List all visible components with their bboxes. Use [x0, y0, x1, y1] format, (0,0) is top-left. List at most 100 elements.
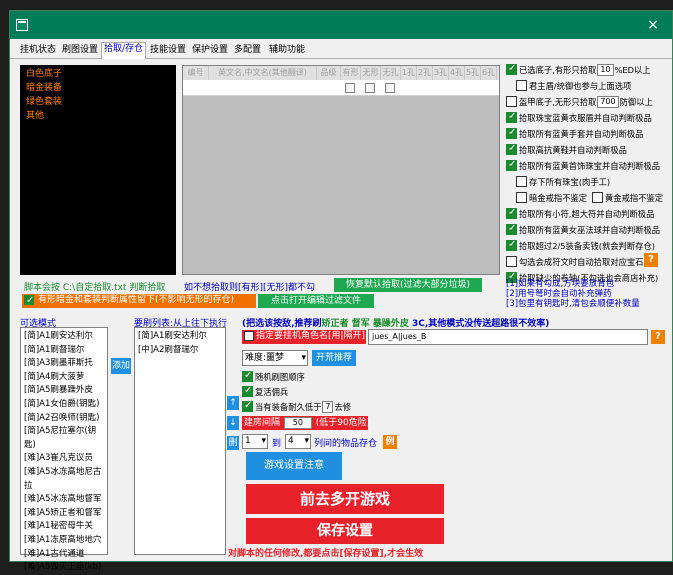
option-unique-ring[interactable]: 暗金戒指不鉴定	[516, 191, 587, 204]
difficulty-select[interactable]: 难度:噩梦	[242, 350, 308, 366]
option-sell[interactable]: 拾取超过2/5装备卖钱(就会判断存仓)	[506, 239, 655, 252]
checkbox[interactable]	[506, 127, 517, 139]
char-name-input[interactable]: jues_A|jues_B	[368, 329, 648, 345]
checkbox[interactable]	[242, 385, 253, 397]
char-help-button[interactable]: ?	[651, 330, 665, 344]
list-item[interactable]: [简]A5刷暴躁外皮	[24, 384, 104, 398]
checkbox[interactable]	[24, 294, 34, 307]
checkbox[interactable]	[506, 239, 517, 251]
store-from-select[interactable]: 1	[242, 434, 268, 449]
durability-option[interactable]: 当有装备耐久低于7去修	[242, 400, 351, 413]
option-armor-defense[interactable]: 盔甲底子,无形只拾取 700 防御以上	[506, 95, 653, 108]
checkbox[interactable]	[242, 400, 253, 412]
list-item[interactable]: 其他	[26, 109, 170, 123]
checkbox[interactable]	[244, 331, 254, 341]
option-rare-ring[interactable]: 黄金戒指不鉴定	[592, 191, 663, 204]
option-charms[interactable]: 拾取所有小符,超大符并自动判断极品	[506, 207, 654, 220]
route-list[interactable]: [简]A1刷安达利尔 [中]A2刷督瑞尔	[134, 327, 226, 555]
checkbox[interactable]	[506, 111, 517, 123]
checkbox[interactable]	[506, 96, 517, 107]
option-jewel-armor[interactable]: 拾取珠宝蓝黄衣服盾并自动判断极品	[506, 111, 652, 124]
defense-value-input[interactable]: 700	[597, 95, 619, 108]
list-item[interactable]: [简]A1刷督瑞尔	[24, 344, 104, 358]
option-ed-filter[interactable]: 已选底子,有形只拾取10%ED以上	[506, 63, 651, 76]
checkbox[interactable]	[506, 143, 517, 155]
list-item[interactable]: 白色底子	[26, 67, 170, 81]
no-form-checkbox[interactable]	[365, 83, 375, 93]
example-button[interactable]: 例	[383, 435, 397, 449]
option-monarch[interactable]: 君主盾/统御也参与上面选项	[516, 79, 631, 92]
store-to-select[interactable]: 4	[285, 434, 311, 449]
durability-input[interactable]: 7	[322, 400, 334, 413]
random-order-option[interactable]: 随机刷图顺序	[242, 370, 305, 383]
table-row[interactable]	[183, 80, 499, 96]
list-item[interactable]: [简]A3刷墨菲斯托	[24, 357, 104, 371]
option-jewelry[interactable]: 拾取所有蓝黄首饰珠宝并自动判断极品	[506, 159, 660, 172]
checkbox[interactable]	[242, 370, 253, 382]
checkbox[interactable]	[506, 159, 517, 171]
list-item[interactable]: [简]A1女伯爵(钥匙)	[24, 398, 104, 412]
list-item[interactable]: [简]A5尼拉塞尔(钥匙)	[24, 425, 104, 452]
list-item[interactable]: [中]A2刷督瑞尔	[138, 344, 222, 358]
checkbox[interactable]	[516, 192, 527, 203]
tab-skills[interactable]: 技能设置	[148, 44, 188, 59]
hire-merc-option[interactable]: 复活佣兵	[242, 385, 288, 398]
option-gems[interactable]: 勾选会成符文时自动拾取对应宝石	[506, 255, 643, 268]
add-button[interactable]: 添加	[111, 358, 131, 374]
list-item[interactable]: [简]A2召唤师(钥匙)	[24, 412, 104, 426]
option-gloves[interactable]: 拾取所有蓝黄手套并自动判断极品	[506, 127, 643, 140]
ed-value-input[interactable]: 10	[597, 63, 614, 76]
tab-assist[interactable]: 辅助功能	[267, 44, 307, 59]
restore-default-button[interactable]: 恢复默认拾取(过滤大部分垃圾)	[334, 278, 482, 292]
tab-multi-config[interactable]: 多配置	[232, 44, 263, 59]
char-name-option[interactable]: 指定要挂机角色名[用|隔开]	[242, 330, 366, 344]
list-item[interactable]: [简]A4刷大菠萝	[24, 371, 104, 385]
checkbox[interactable]	[592, 192, 603, 203]
open-recommend-button[interactable]: 开荒推荐	[312, 350, 356, 366]
list-item[interactable]: [难]A1古代通道	[24, 548, 104, 562]
list-item[interactable]: [难]A5冰冻高地尼古拉	[24, 466, 104, 493]
footer-note: 对脚本的任何修改,都要点击[保存设置],才会生效	[228, 549, 424, 559]
game-settings-button[interactable]: 游戏设置注意	[246, 452, 342, 480]
close-button[interactable]: ×	[644, 16, 662, 34]
move-down-button[interactable]: ↓	[227, 416, 239, 430]
orange-option-bar[interactable]: 有形暗金和套装判断属性留下(不影响无形的存仓)	[22, 294, 256, 308]
option-orbs[interactable]: 拾取所有蓝黄女巫法球并自动判断极品	[506, 223, 660, 236]
delete-button[interactable]: 删	[227, 436, 239, 450]
checkbox[interactable]	[516, 80, 527, 91]
no-socket-checkbox[interactable]	[385, 83, 395, 93]
town-interval-input[interactable]: 50	[283, 417, 312, 429]
tab-protection[interactable]: 保护设置	[190, 44, 230, 59]
tab-status[interactable]: 挂机状态	[18, 44, 58, 59]
has-form-checkbox[interactable]	[345, 83, 355, 93]
option-boots[interactable]: 拾取高抗黄鞋并自动判断极品	[506, 143, 627, 156]
checkbox[interactable]	[506, 256, 517, 267]
save-settings-button[interactable]: 保存设置	[246, 518, 444, 544]
move-up-button[interactable]: ↑	[227, 396, 239, 410]
list-item[interactable]: 绿色套装	[26, 95, 170, 109]
item-category-list[interactable]: 白色底子 暗金装备 绿色套装 其他	[20, 65, 176, 275]
checkbox[interactable]	[506, 207, 517, 219]
column-header: 英文名,中文名(其他翻译)	[209, 66, 317, 80]
tab-map[interactable]: 刷图设置	[60, 44, 100, 59]
list-item[interactable]: [难]A5矫正者和督军	[24, 507, 104, 521]
list-item[interactable]: [难]A1秘密母牛关	[24, 520, 104, 534]
open-filter-button[interactable]: 点击打开编辑过滤文件	[258, 294, 374, 308]
list-item[interactable]: [难]A1冻原高地地穴	[24, 534, 104, 548]
list-item[interactable]: [简]A1刷安达利尔	[138, 330, 222, 344]
checkbox[interactable]	[506, 63, 517, 75]
list-item[interactable]: 暗金装备	[26, 81, 170, 95]
item-grid[interactable]: 编号 英文名,中文名(其他翻译) 品级 有形 无形 无孔 1孔 2孔 3孔 4孔…	[182, 65, 500, 275]
available-mode-list[interactable]: [简]A1刷安达利尔 [简]A1刷督瑞尔 [简]A3刷墨菲斯托 [简]A4刷大菠…	[20, 327, 108, 572]
list-item[interactable]: [简]A1刷安达利尔	[24, 330, 104, 344]
multi-open-button[interactable]: 前去多开游戏	[246, 484, 444, 514]
column-header: 3孔	[433, 66, 449, 80]
tab-pickup[interactable]: 拾取/存仓	[101, 42, 147, 60]
checkbox[interactable]	[506, 223, 517, 235]
list-item[interactable]: [难]A5冰冻高地督军	[24, 493, 104, 507]
checkbox[interactable]	[516, 176, 527, 187]
help-button[interactable]: ?	[644, 253, 658, 267]
option-store-jewels[interactable]: 存下所有珠宝(肉手工)	[516, 175, 610, 188]
list-item[interactable]: [难]A3崔凡克议员	[24, 452, 104, 466]
list-item[interactable]: [难]A5毁灭王座(kb)	[24, 561, 104, 575]
